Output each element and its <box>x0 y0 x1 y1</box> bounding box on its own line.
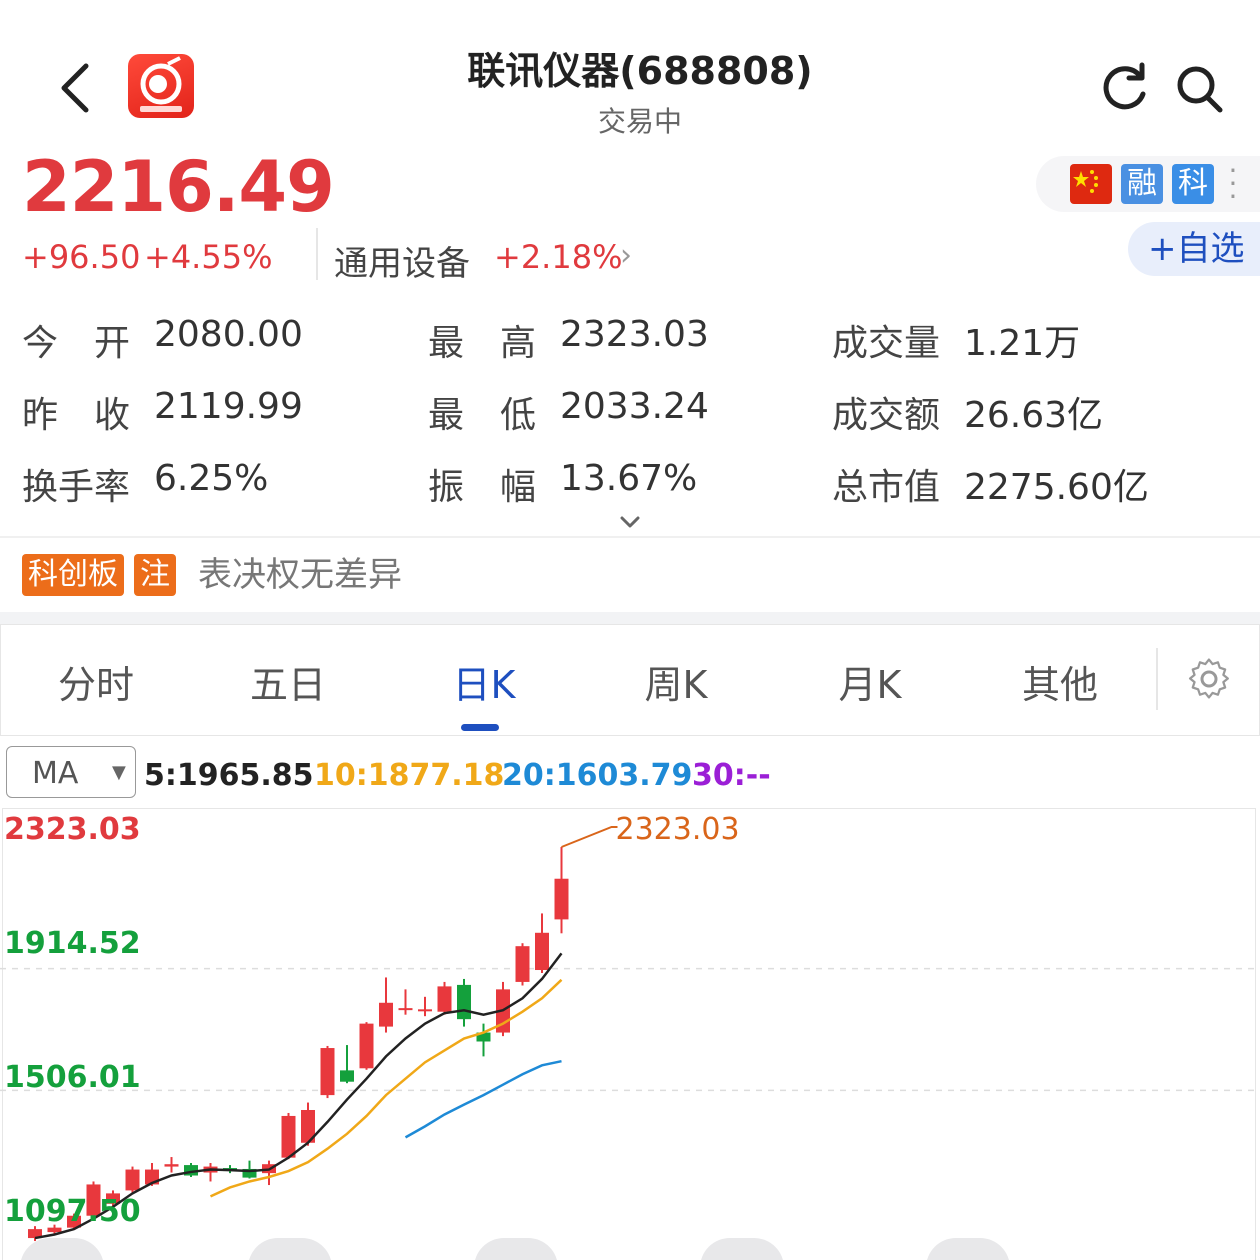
candle-body <box>125 1169 140 1191</box>
y-axis-label: 1914.52 <box>4 926 141 961</box>
sector-name[interactable]: 通用设备 <box>334 236 470 285</box>
ma5-value: 5:1965.85 <box>144 758 314 793</box>
ma10-value: 10:1877.18 <box>314 758 505 793</box>
stat-label-amplitude: 振 幅 <box>428 467 537 508</box>
refresh-icon[interactable] <box>1096 60 1152 116</box>
add-watchlist-button[interactable]: +自选 <box>1128 222 1260 276</box>
stat-value-low: 2033.24 <box>560 386 709 427</box>
tab-five-day[interactable]: 五日 <box>218 654 358 709</box>
gear-icon[interactable] <box>1186 656 1232 702</box>
y-axis-max-label: 2323.03 <box>4 812 141 847</box>
tab-other[interactable]: 其他 <box>990 654 1130 709</box>
active-tab-indicator <box>461 724 499 731</box>
stat-label-market-cap: 总市值 <box>832 467 941 508</box>
candle-body <box>437 986 452 1012</box>
price-change: +96.50 <box>22 238 141 276</box>
chevron-down-icon[interactable] <box>616 512 644 532</box>
candle-body <box>418 1009 432 1012</box>
section-separator <box>0 612 1260 624</box>
candle-body <box>457 984 471 1020</box>
candle-body <box>340 1070 354 1082</box>
candle-body <box>554 878 569 920</box>
indicator-select-value: MA <box>32 756 79 791</box>
y-axis-label: 1506.01 <box>4 1060 141 1095</box>
search-icon[interactable] <box>1172 60 1228 116</box>
star-board-tag: 科创板 <box>22 554 124 596</box>
candle-body <box>379 1002 393 1027</box>
back-icon[interactable] <box>52 56 102 116</box>
tab-intraday[interactable]: 分时 <box>26 654 166 709</box>
stat-label-prev-close: 昨 收 <box>22 395 131 436</box>
tab-weekly-k[interactable]: 周K <box>606 654 746 709</box>
stat-value-turnover-amount: 26.63亿 <box>964 395 1104 436</box>
margin-trading-badge[interactable]: 融 <box>1121 164 1163 204</box>
stat-value-amplitude: 13.67% <box>560 458 698 499</box>
stat-label-low: 最 低 <box>428 395 537 436</box>
chevron-right-icon[interactable]: › <box>620 238 632 273</box>
price-change-percent: +4.55% <box>144 238 273 276</box>
stat-label-high: 最 高 <box>428 323 537 364</box>
divider <box>316 228 318 280</box>
candle-body <box>535 932 549 971</box>
stat-value-open: 2080.00 <box>154 314 303 355</box>
registration-tag: 注 <box>134 554 176 596</box>
stat-label-volume: 成交量 <box>832 323 941 364</box>
caret-down-icon: ▼ <box>112 762 126 783</box>
ma30-value: 30:-- <box>692 758 771 793</box>
trading-status: 交易中 <box>597 105 682 138</box>
stat-label-open: 今 开 <box>22 323 131 364</box>
kline-chart[interactable]: 2323.03 <box>0 808 1260 1260</box>
max-marker-line <box>561 826 618 848</box>
candle-body <box>359 1023 374 1069</box>
max-price-marker: 2323.03 <box>616 812 740 847</box>
tab-daily-k[interactable]: 日K <box>414 654 554 709</box>
star-market-badge[interactable]: 科 <box>1172 164 1214 204</box>
stock-title: 联讯仪器(688808) <box>467 49 813 93</box>
candle-body <box>281 1115 296 1158</box>
divider <box>0 536 1260 538</box>
stat-value-high: 2323.03 <box>560 314 709 355</box>
tab-monthly-k[interactable]: 月K <box>800 654 940 709</box>
stat-value-market-cap: 2275.60亿 <box>964 467 1149 508</box>
stat-label-turnover-rate: 换手率 <box>22 467 131 508</box>
candle-body <box>320 1048 335 1096</box>
candle-body <box>515 946 530 982</box>
ma20-value: 20:1603.79 <box>502 758 693 793</box>
candle-body <box>164 1164 179 1167</box>
stat-value-volume: 1.21万 <box>964 323 1081 364</box>
y-axis-label: 1097.50 <box>4 1194 141 1229</box>
current-price: 2216.49 <box>22 146 335 228</box>
stat-value-turnover-rate: 6.25% <box>154 458 269 499</box>
divider <box>1156 648 1158 710</box>
sector-change-percent[interactable]: +2.18% <box>494 238 622 276</box>
candle-body <box>398 1008 413 1011</box>
voting-rights-note: 表决权无差异 <box>198 555 402 595</box>
app-logo <box>128 54 194 118</box>
china-flag-icon <box>1070 164 1112 204</box>
stat-label-turnover-amount: 成交额 <box>832 395 941 436</box>
ma20-line <box>404 1059 562 1139</box>
more-icon[interactable]: · · · <box>1226 157 1240 211</box>
stat-value-prev-close: 2119.99 <box>154 386 303 427</box>
